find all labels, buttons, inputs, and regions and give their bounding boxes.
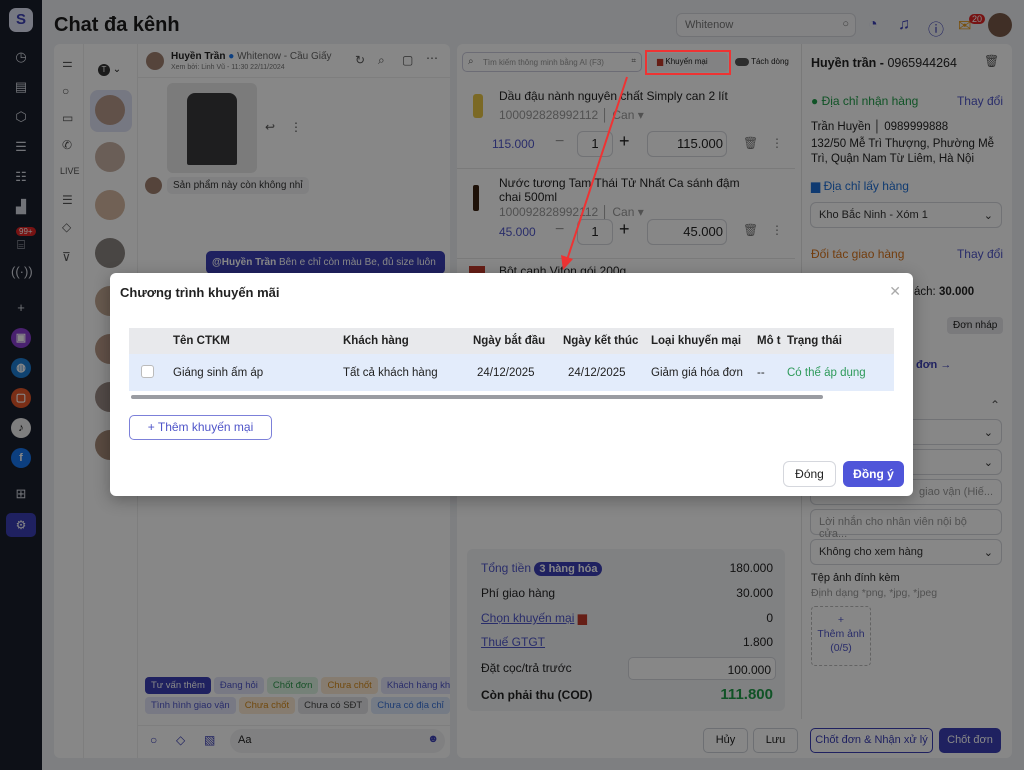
column-header: Tên CTKM (173, 335, 230, 347)
close-icon[interactable]: ✕ (889, 283, 901, 300)
column-header: Trạng thái (787, 335, 842, 347)
promo-name: Giáng sinh ấm áp (173, 366, 264, 379)
column-header: Ngày bắt đầu (473, 335, 546, 347)
add-promo-label: Thêm khuyến mại (157, 420, 254, 434)
promo-type: Giảm giá hóa đơn (651, 366, 743, 379)
confirm-button[interactable]: Đồng ý (843, 461, 904, 487)
select-all-header (129, 328, 173, 354)
promo-customer: Tất cả khách hàng (343, 366, 438, 379)
modal-title: Chương trình khuyến mãi (120, 285, 280, 300)
annotation-arrow (561, 76, 628, 270)
promo-desc: -- (757, 366, 765, 379)
column-header: Mô t (757, 335, 781, 347)
column-header: Loại khuyến mại (651, 335, 742, 347)
plus-icon: + (147, 420, 155, 434)
annotation-highlight-box (645, 50, 731, 75)
promo-status: Có thể áp dụng (787, 366, 866, 379)
promo-end: 24/12/2025 (568, 366, 626, 379)
table-header: Tên CTKM Khách hàng Ngày bắt đầu Ngày kế… (129, 328, 894, 354)
promotion-modal: Chương trình khuyến mãi ✕ Tên CTKM Khách… (110, 273, 913, 496)
promotion-table: Tên CTKM Khách hàng Ngày bắt đầu Ngày kế… (129, 328, 894, 393)
row-checkbox[interactable] (141, 364, 154, 378)
add-promo-button[interactable]: + Thêm khuyến mại (129, 415, 272, 440)
table-horizontal-scrollbar[interactable] (131, 395, 823, 399)
column-header: Ngày kết thúc (563, 335, 639, 347)
table-row[interactable]: Giáng sinh ấm áp Tất cả khách hàng 24/12… (129, 354, 894, 391)
close-button[interactable]: Đóng (783, 461, 836, 487)
column-header: Khách hàng (343, 335, 409, 347)
promo-start: 24/12/2025 (477, 366, 535, 379)
